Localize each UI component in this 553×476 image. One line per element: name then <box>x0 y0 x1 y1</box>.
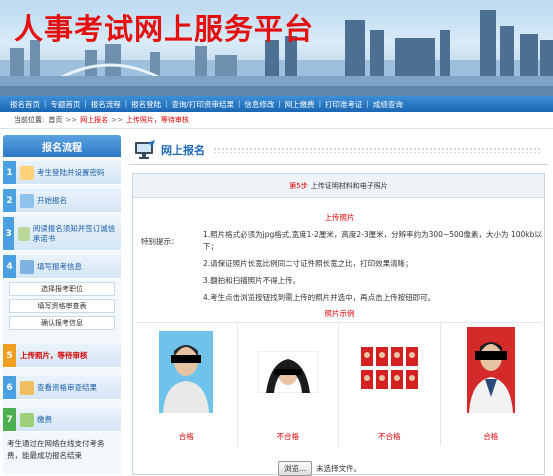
step-item[interactable]: 1 考生登陆并设置密码 <box>3 161 121 185</box>
substep-item[interactable]: 选择报考职位 <box>9 282 115 296</box>
breadcrumb-label: 当前位置: <box>14 116 45 124</box>
step-prefix: 第5步 <box>289 181 308 190</box>
sample-grid: 合格 不合格 不合格 合格 <box>136 322 541 446</box>
step-label: 开始报名 <box>37 195 67 205</box>
monitor-icon <box>135 139 155 159</box>
sample-caption: 合格 <box>178 432 194 441</box>
note-item: 2.请保证照片长宽比例同二寸证件照长宽之比，打印效果清晰； <box>203 259 413 268</box>
section-title: 网上报名 <box>161 143 205 157</box>
step-label: 填写报考信息 <box>37 261 82 271</box>
nav-item[interactable]: 查询/打印资审结果 <box>167 99 238 110</box>
breadcrumb-current: 上传照片，等待审核 <box>125 116 189 124</box>
nav-item[interactable]: 网上缴费 <box>281 99 319 110</box>
step-number: 5 <box>3 344 16 367</box>
breadcrumb-separator: >> <box>65 116 78 124</box>
sidebar-title: 报名流程 <box>3 135 121 157</box>
payment-icon <box>20 412 34 427</box>
nav-item[interactable]: 报名登陆 <box>127 99 165 110</box>
step-number: 6 <box>3 376 16 399</box>
step-label: 考生登陆并设置密码 <box>37 167 105 177</box>
breadcrumb-home[interactable]: 首页 <box>48 115 62 125</box>
sample-photo-image <box>359 345 420 391</box>
nav-item[interactable]: 报名流程 <box>87 99 125 110</box>
substep-item[interactable]: 确认报考信息 <box>9 316 115 330</box>
dotted-divider <box>213 146 540 153</box>
breadcrumb-separator: >> <box>111 116 123 124</box>
process-sidebar: 报名流程 1 考生登陆并设置密码 2 开始报名 3 阅读报名须知并签订诚信承诺书… <box>3 135 121 475</box>
step-number: 2 <box>3 189 16 212</box>
file-upload: 浏览... 未选择文件。 <box>278 461 361 476</box>
user-icon <box>20 165 34 180</box>
browse-button[interactable]: 浏览... <box>278 461 313 476</box>
sample-photo-image <box>466 327 515 413</box>
substep-item[interactable]: 填写资格审查表 <box>9 299 115 313</box>
nav-item[interactable]: 打印准考证 <box>321 99 367 110</box>
sample-title: 照片示例 <box>324 309 355 318</box>
upload-panel: 第5步 上传证明材料和电子照片 上传照片 特别提示： 1.照片格式必须为jpg格… <box>132 173 545 476</box>
breadcrumb: 当前位置: 首页 >> 网上报名 >> 上传照片，等待审核 <box>0 112 553 129</box>
sample-caption: 合格 <box>483 432 499 441</box>
main-content: 网上报名 第5步 上传证明材料和电子照片 上传照片 特别提示： 1.照片格式必须… <box>129 135 548 476</box>
step-item[interactable]: 4 填写报考信息 <box>3 255 121 279</box>
note-item: 3.翻拍和扫描照片不得上传。 <box>203 276 301 285</box>
step-number: 1 <box>3 161 16 184</box>
step-item[interactable]: 2 开始报名 <box>3 189 121 213</box>
sample-cell: 不合格 <box>238 323 339 446</box>
step-item[interactable]: 7 缴费 <box>3 408 121 432</box>
sidebar-note: 考生通过在网络在线支付考务费，能最成功报名结束 <box>7 439 105 460</box>
file-status: 未选择文件。 <box>316 464 362 473</box>
nav-item[interactable]: 信息修改 <box>240 99 278 110</box>
step-header: 第5步 上传证明材料和电子照片 <box>133 174 544 198</box>
document-icon <box>17 226 30 241</box>
step-number: 3 <box>3 217 14 250</box>
section-header: 网上报名 <box>129 135 548 165</box>
nav-item[interactable]: 成绩查询 <box>369 99 407 110</box>
hint-label: 特别提示： <box>141 237 179 246</box>
breadcrumb-link[interactable]: 网上报名 <box>80 115 108 125</box>
step-label: 上传照片，等待审核 <box>20 350 88 360</box>
step-item-current[interactable]: 5 上传照片，等待审核 <box>3 344 121 368</box>
nav-item[interactable]: 报名首页 <box>6 99 44 110</box>
form-icon <box>20 193 34 208</box>
step-number: 7 <box>3 408 16 431</box>
step-number: 4 <box>3 255 16 278</box>
step-item[interactable]: 6 查看资格审查结果 <box>3 376 121 400</box>
note-item: 1.照片格式必须为jpg格式,宽度1-2厘米，高度2-3厘米，分辨率约为300~… <box>203 230 542 251</box>
sample-cell: 合格 <box>136 323 238 446</box>
sample-caption: 不合格 <box>378 432 401 441</box>
search-icon <box>20 380 34 395</box>
step-title: 上传证明材料和电子照片 <box>310 181 388 190</box>
step-label: 查看资格审查结果 <box>37 382 97 392</box>
edit-icon <box>20 259 34 274</box>
step-item[interactable]: 3 阅读报名须知并签订诚信承诺书 <box>3 217 121 251</box>
sample-cell: 合格 <box>441 323 542 446</box>
step-label: 阅读报名须知并签订诚信承诺书 <box>32 223 116 243</box>
sample-photo-image <box>159 331 214 413</box>
header-banner: 人事考试网上服务平台 <box>0 0 553 96</box>
sample-photo-image <box>257 351 318 393</box>
sample-caption: 不合格 <box>276 432 300 441</box>
note-item: 4.考生点击浏览按钮找到需上传的照片并选中，再点击上传按钮即可。 <box>203 293 436 302</box>
upload-title: 上传照片 <box>324 213 355 222</box>
site-title: 人事考试网上服务平台 <box>14 12 315 46</box>
sample-cell: 不合格 <box>339 323 441 446</box>
nav-item[interactable]: 专题首页 <box>46 99 84 110</box>
step-label: 缴费 <box>37 414 52 424</box>
notes-list: 1.照片格式必须为jpg格式,宽度1-2厘米，高度2-3厘米，分辨率约为300~… <box>203 229 543 309</box>
main-nav: 报名首页 | 专题首页 | 报名流程 | 报名登陆 | 查询/打印资审结果 | 信息修改 |… <box>0 96 553 112</box>
